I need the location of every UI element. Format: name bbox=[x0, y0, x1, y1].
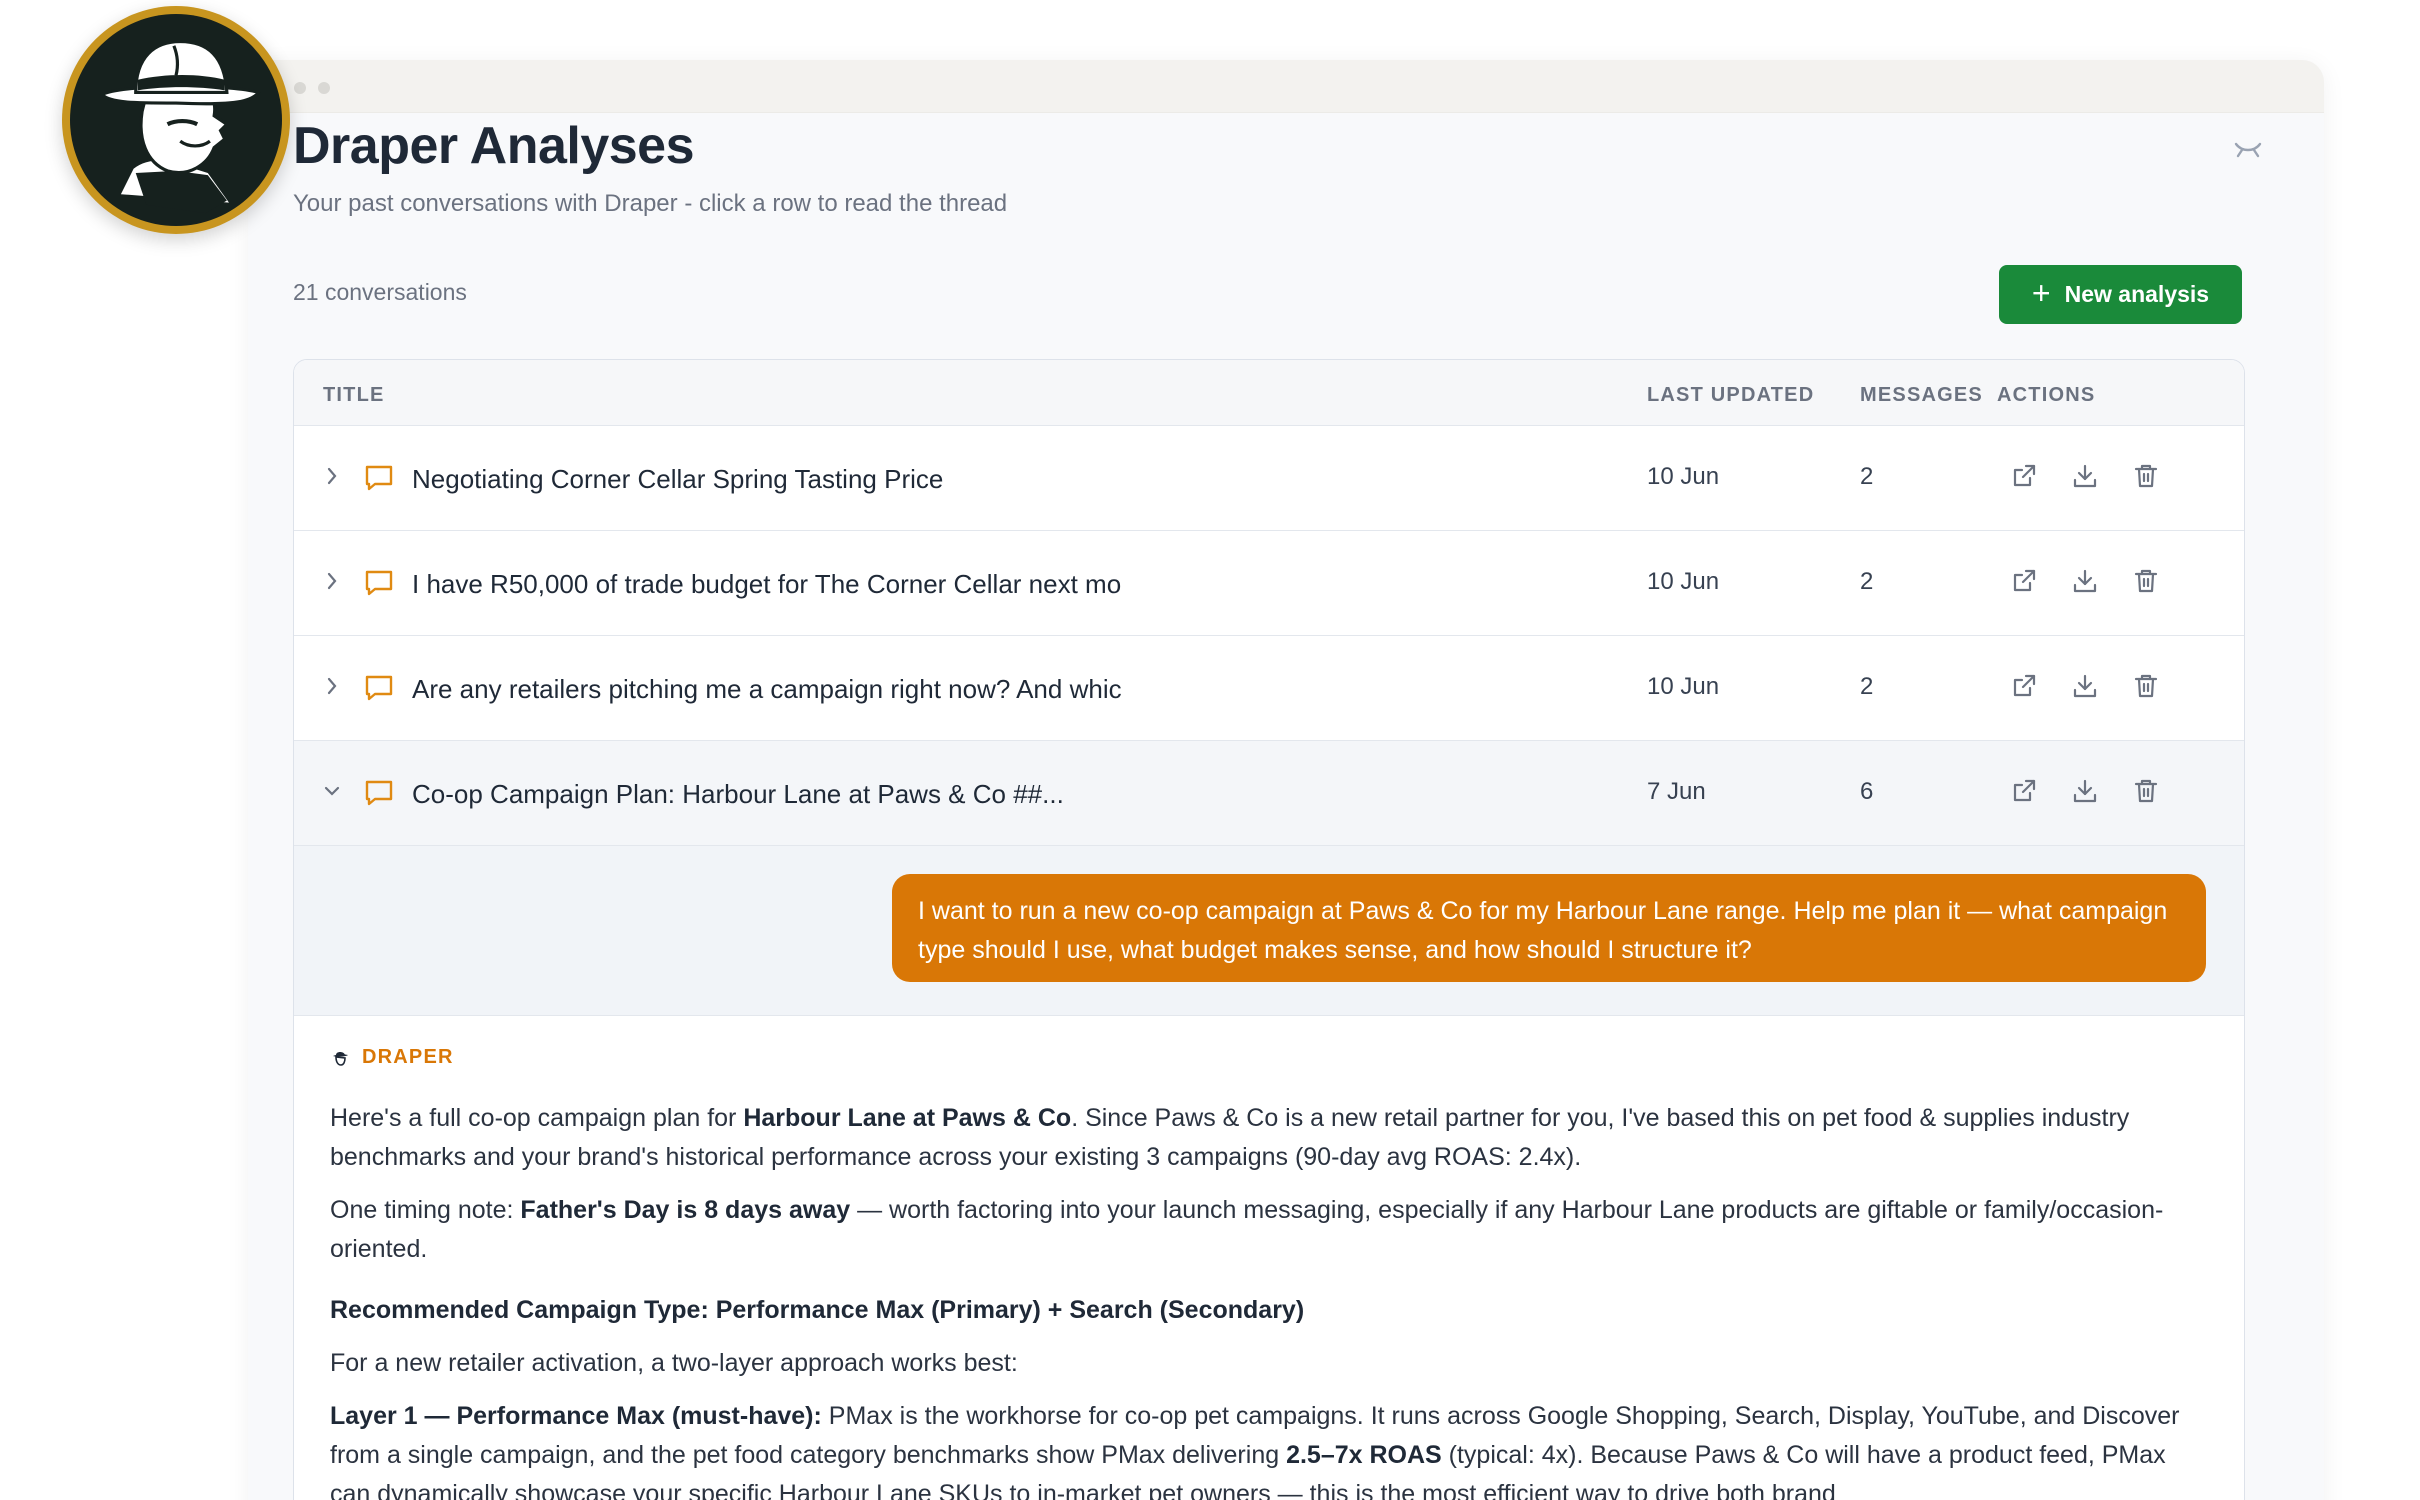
row-message-count: 2 bbox=[1860, 463, 1874, 490]
open-external-icon[interactable] bbox=[2010, 672, 2038, 700]
new-analysis-button[interactable]: + New analysis bbox=[1999, 265, 2242, 324]
row-title: Co-op Campaign Plan: Harbour Lane at Paw… bbox=[412, 779, 1064, 809]
trash-icon[interactable] bbox=[2132, 777, 2160, 805]
bold-span: Layer 1 — Performance Max (must-have): bbox=[330, 1402, 822, 1430]
trash-icon[interactable] bbox=[2132, 672, 2160, 700]
conversations-table: TITLE LAST UPDATED MESSAGES ACTIONS Nego… bbox=[293, 359, 2245, 1500]
message-icon bbox=[365, 570, 393, 596]
open-external-icon[interactable] bbox=[2010, 567, 2038, 595]
row-last-updated: 10 Jun bbox=[1647, 463, 1720, 490]
table-row[interactable]: Negotiating Corner Cellar Spring Tasting… bbox=[294, 426, 2244, 531]
plus-icon: + bbox=[2031, 274, 2051, 311]
download-icon[interactable] bbox=[2071, 462, 2099, 490]
assistant-label-text: DRAPER bbox=[362, 1046, 454, 1068]
assistant-paragraph: Here's a full co-op campaign plan for Ha… bbox=[330, 1099, 2208, 1177]
message-icon bbox=[365, 780, 393, 806]
row-message-count: 2 bbox=[1860, 568, 1874, 595]
page-subtitle: Your past conversations with Draper - cl… bbox=[293, 190, 1008, 217]
row-message-count: 2 bbox=[1860, 673, 1874, 700]
text-span: One timing note: bbox=[330, 1196, 521, 1224]
assistant-paragraph: For a new retailer activation, a two-lay… bbox=[330, 1349, 1018, 1377]
user-message-area: I want to run a new co-op campaign at Pa… bbox=[294, 846, 2244, 1016]
header-messages: MESSAGES bbox=[1860, 384, 1983, 406]
table-row[interactable]: I have R50,000 of trade budget for The C… bbox=[294, 531, 2244, 636]
row-title: I have R50,000 of trade budget for The C… bbox=[412, 569, 1122, 599]
row-last-updated: 10 Jun bbox=[1647, 568, 1720, 595]
chevron-down-icon[interactable] bbox=[322, 779, 342, 803]
assistant-label: DRAPER bbox=[330, 1046, 2208, 1069]
window-dot bbox=[318, 82, 330, 94]
trash-icon[interactable] bbox=[2132, 462, 2160, 490]
table-row-expanded[interactable]: Co-op Campaign Plan: Harbour Lane at Paw… bbox=[294, 741, 2244, 846]
table-row[interactable]: Are any retailers pitching me a campaign… bbox=[294, 636, 2244, 741]
draper-avatar[interactable] bbox=[62, 6, 290, 234]
assistant-message: DRAPER Here's a full co-op campaign plan… bbox=[294, 1016, 2244, 1500]
window-titlebar bbox=[248, 60, 2324, 113]
message-icon bbox=[365, 465, 393, 491]
window-dot bbox=[294, 82, 306, 94]
header-last-updated: LAST UPDATED bbox=[1647, 384, 1815, 406]
open-external-icon[interactable] bbox=[2010, 777, 2038, 805]
chevron-right-icon[interactable] bbox=[322, 569, 342, 593]
row-message-count: 6 bbox=[1860, 778, 1874, 805]
download-icon[interactable] bbox=[2071, 777, 2099, 805]
row-title: Are any retailers pitching me a campaign… bbox=[412, 674, 1122, 704]
conversation-count: 21 conversations bbox=[293, 279, 467, 305]
row-last-updated: 10 Jun bbox=[1647, 673, 1720, 700]
bold-span: Harbour Lane at Paws & Co bbox=[743, 1104, 1072, 1132]
draper-mini-icon bbox=[333, 1051, 348, 1066]
header-title: TITLE bbox=[323, 384, 385, 406]
row-last-updated: 7 Jun bbox=[1647, 778, 1706, 805]
assistant-paragraph: Layer 1 — Performance Max (must-have): P… bbox=[330, 1397, 2208, 1500]
page-title: Draper Analyses bbox=[293, 117, 695, 175]
table-header: TITLE LAST UPDATED MESSAGES ACTIONS bbox=[294, 360, 2244, 426]
bold-span: 2.5–7x ROAS bbox=[1286, 1441, 1442, 1469]
open-external-icon[interactable] bbox=[2010, 462, 2038, 490]
text-span: Here's a full co-op campaign plan for bbox=[330, 1104, 744, 1132]
bold-span: Father's Day is 8 days away bbox=[520, 1196, 851, 1224]
new-analysis-label: New analysis bbox=[2064, 281, 2210, 307]
assistant-heading: Recommended Campaign Type: Performance M… bbox=[330, 1296, 1305, 1324]
chevron-right-icon[interactable] bbox=[322, 464, 342, 488]
assistant-paragraph: One timing note: Father's Day is 8 days … bbox=[330, 1191, 2208, 1269]
message-icon bbox=[365, 675, 393, 701]
header-actions: ACTIONS bbox=[1997, 384, 2096, 406]
download-icon[interactable] bbox=[2071, 567, 2099, 595]
download-icon[interactable] bbox=[2071, 672, 2099, 700]
user-message-bubble: I want to run a new co-op campaign at Pa… bbox=[892, 874, 2206, 982]
trash-icon[interactable] bbox=[2132, 567, 2160, 595]
collapse-icon[interactable] bbox=[2228, 126, 2268, 166]
row-title: Negotiating Corner Cellar Spring Tasting… bbox=[412, 464, 944, 494]
chevron-right-icon[interactable] bbox=[322, 674, 342, 698]
